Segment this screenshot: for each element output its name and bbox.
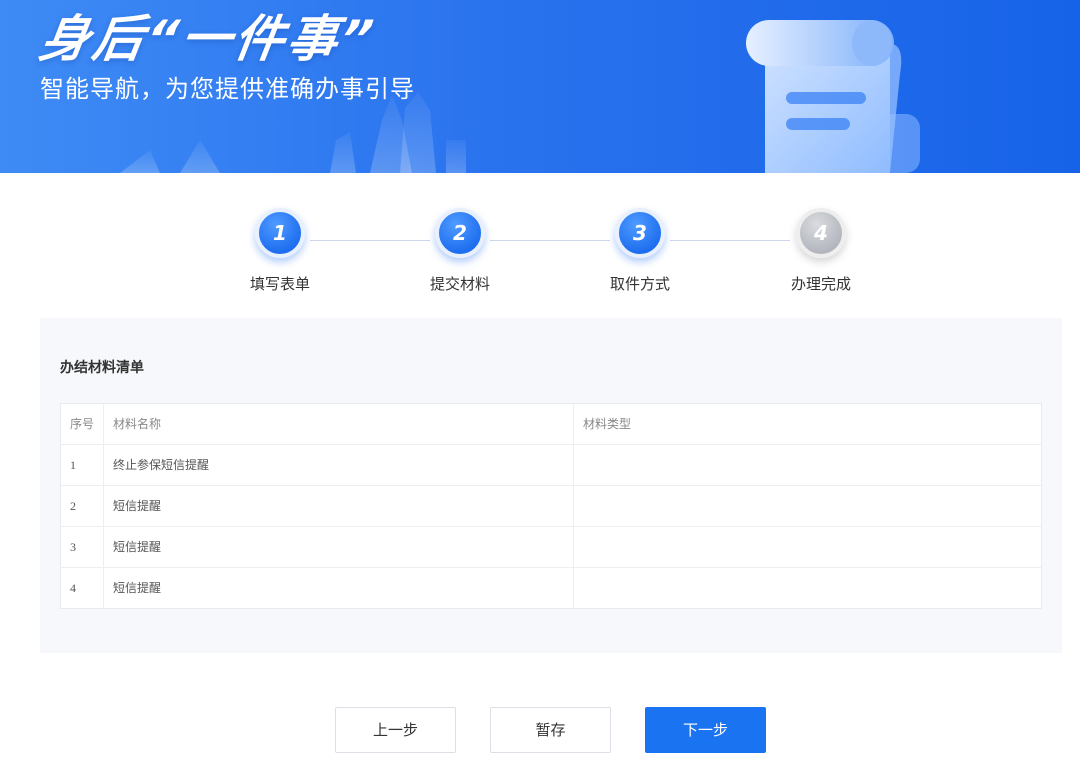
row-material-name: 短信提醒 (103, 486, 573, 526)
header-banner: 身后“一件事” 智能导航，为您提供准确办事引导 (0, 0, 1080, 173)
document-scroll-icon (746, 20, 920, 173)
table-row: 4 短信提醒 (61, 567, 1041, 608)
progress-stepper: 1 填写表单 2 提交材料 3 取件方式 4 办理完成 (0, 208, 1080, 308)
step-complete[interactable]: 4 办理完成 (761, 208, 881, 294)
save-draft-button[interactable]: 暂存 (490, 707, 611, 753)
row-material-type (573, 568, 1041, 608)
step-label: 填写表单 (249, 275, 310, 293)
next-step-button[interactable]: 下一步 (645, 707, 766, 753)
step-pickup-method[interactable]: 3 取件方式 (580, 208, 700, 294)
step-number-badge: 3 (615, 208, 665, 258)
step-submit-materials[interactable]: 2 提交材料 (400, 208, 520, 294)
row-no: 2 (70, 499, 76, 513)
table-row: 3 短信提醒 (61, 526, 1041, 567)
column-header-type: 材料类型 (573, 404, 1041, 444)
step-label: 取件方式 (609, 275, 670, 293)
row-material-type (573, 527, 1041, 567)
column-header-name: 材料名称 (103, 404, 573, 444)
step-label: 办理完成 (790, 275, 851, 293)
section-title: 办结材料清单 (60, 360, 144, 376)
table-header-row: 序号 材料名称 材料类型 (61, 404, 1041, 444)
materials-table: 序号 材料名称 材料类型 1 终止参保短信提醒 2 短信提醒 3 短信提醒 4 … (60, 403, 1042, 609)
materials-panel: 办结材料清单 序号 材料名称 材料类型 1 终止参保短信提醒 2 短信提醒 3 … (40, 318, 1062, 653)
column-header-no: 序号 (70, 417, 95, 431)
step-number-badge: 4 (796, 208, 846, 258)
step-fill-form[interactable]: 1 填写表单 (220, 208, 340, 294)
step-number-badge: 1 (255, 208, 305, 258)
table-row: 1 终止参保短信提醒 (61, 444, 1041, 485)
previous-step-button[interactable]: 上一步 (335, 707, 456, 753)
row-no: 1 (70, 458, 76, 472)
table-row: 2 短信提醒 (61, 485, 1041, 526)
row-material-type (573, 486, 1041, 526)
row-material-type (573, 445, 1041, 485)
row-material-name: 短信提醒 (103, 568, 573, 608)
row-material-name: 短信提醒 (103, 527, 573, 567)
row-no: 3 (70, 540, 76, 554)
step-label: 提交材料 (429, 275, 490, 293)
banner-subtitle: 智能导航，为您提供准确办事引导 (40, 75, 415, 103)
row-no: 4 (70, 581, 76, 595)
step-number-badge: 2 (435, 208, 485, 258)
banner-title: 身后“一件事” (35, 10, 380, 68)
row-material-name: 终止参保短信提醒 (103, 445, 573, 485)
